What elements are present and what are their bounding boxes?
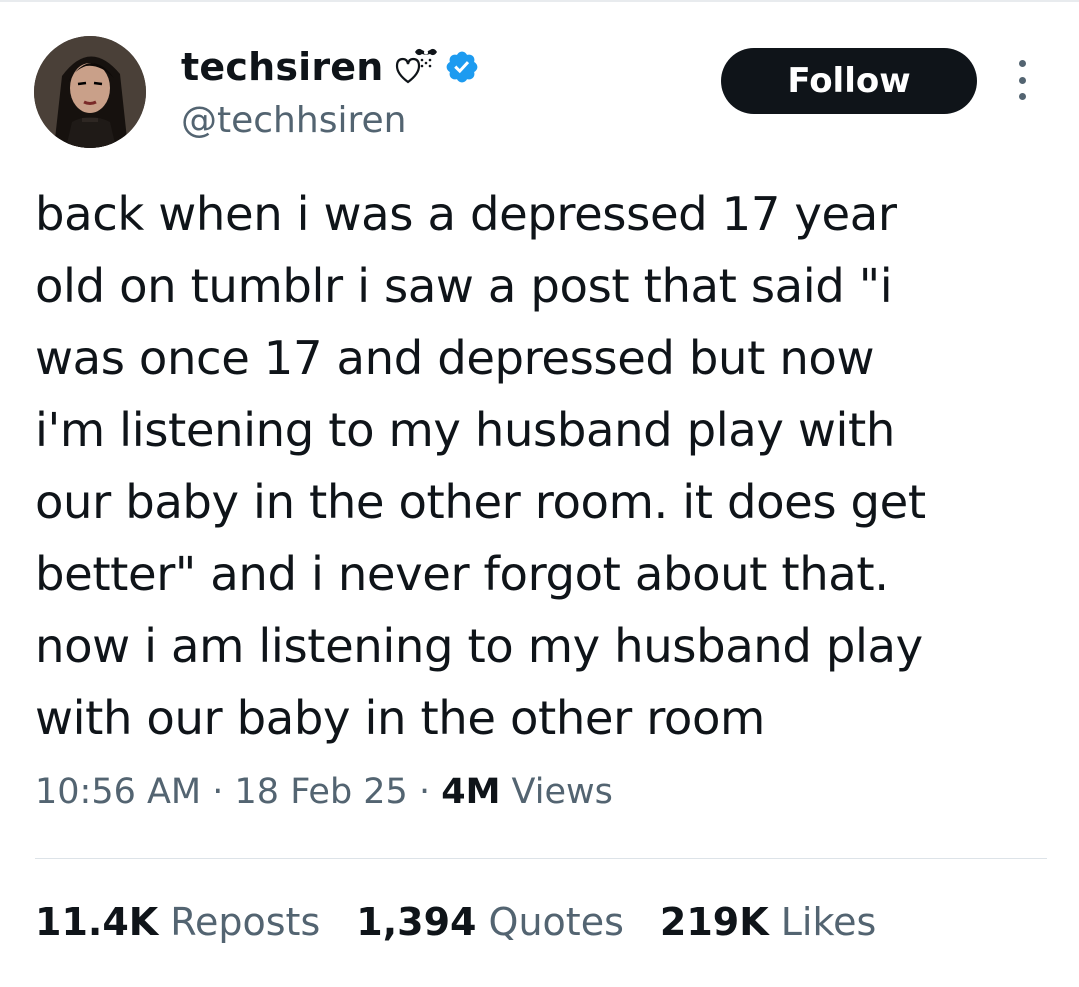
likes-stat[interactable]: 219K Likes (660, 900, 876, 944)
verified-badge-icon[interactable] (444, 49, 480, 85)
quotes-label: Quotes (488, 900, 624, 944)
views-count[interactable]: 4M (441, 772, 500, 812)
quotes-stat[interactable]: 1,394 Quotes (356, 900, 624, 944)
quotes-count: 1,394 (356, 900, 477, 944)
reposts-stat[interactable]: 11.4K Reposts (35, 900, 320, 944)
stats-divider (35, 858, 1047, 859)
engagement-stats: 11.4K Reposts 1,394 Quotes 219K Likes (35, 900, 912, 944)
heart-with-bow-icon (392, 46, 438, 88)
tweet-line: now i am listening to my husband play (35, 619, 923, 673)
tweet-line: back when i was a depressed 17 year (35, 187, 897, 241)
tweet-line: i'm listening to my husband play with (35, 403, 895, 457)
tweet-line: with our baby in the other room (35, 691, 765, 745)
top-divider (0, 0, 1079, 2)
tweet-line: was once 17 and depressed but now (35, 331, 875, 385)
meta-separator: · (407, 772, 442, 812)
avatar[interactable] (34, 36, 146, 148)
more-vertical-icon[interactable] (1012, 60, 1032, 100)
tweet-meta: 10:56 AM · 18 Feb 25 · 4M Views (35, 772, 613, 812)
reposts-count: 11.4K (35, 900, 159, 944)
likes-count: 219K (659, 900, 769, 944)
views-label[interactable]: Views (512, 772, 613, 812)
follow-button[interactable]: Follow (721, 48, 977, 114)
tweet-line: our baby in the other room. it does get (35, 475, 926, 529)
tweet-line: better" and i never forgot about that. (35, 547, 889, 601)
likes-label: Likes (780, 900, 877, 944)
timestamp-date[interactable]: 18 Feb 25 (235, 772, 408, 812)
timestamp-time[interactable]: 10:56 AM (35, 772, 201, 812)
author-handle[interactable]: @techhsiren (181, 100, 406, 141)
tweet-text: back when i was a depressed 17 year old … (35, 178, 1055, 754)
display-name[interactable]: techsiren (181, 45, 384, 89)
tweet-line: old on tumblr i saw a post that said "i (35, 259, 893, 313)
meta-separator: · (201, 772, 235, 812)
author-name-row: techsiren (181, 44, 480, 90)
reposts-label: Reposts (170, 900, 321, 944)
